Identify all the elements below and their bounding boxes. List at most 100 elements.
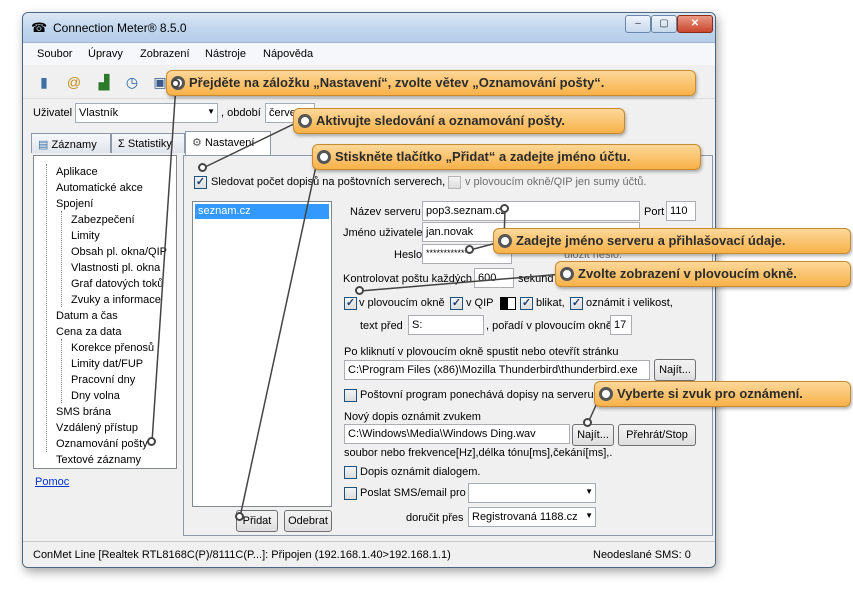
sms-checkbox[interactable] (344, 487, 357, 500)
tree-item-pracovni[interactable]: Pracovní dny (71, 374, 135, 386)
size-checkbox[interactable]: ✓ (570, 297, 583, 310)
dialog-checkbox[interactable] (344, 466, 357, 479)
order-label: , pořadí v plovoucím okně (486, 320, 612, 332)
table-icon: ▤ (38, 139, 49, 151)
tree-item-graf[interactable]: Graf datových toků (71, 278, 163, 290)
size-label: oznámit i velikost, (586, 297, 673, 309)
tree-item-automaticke[interactable]: Automatické akce (56, 182, 143, 194)
callout-pin (235, 512, 244, 521)
sum-label: v plovoucím okně/QIP jen sumy účtů. (465, 176, 647, 188)
close-button[interactable]: ✕ (677, 15, 713, 33)
callout-step-5: Zvolte zobrazení v plovoucím okně. (555, 261, 851, 287)
phone-icon[interactable]: ▮ (35, 73, 53, 91)
port-label: Port (644, 206, 665, 218)
menu-soubor[interactable]: Soubor (37, 48, 72, 60)
tree-item-obsah[interactable]: Obsah pl. okna/QIP (71, 246, 167, 258)
play-stop-button[interactable]: Přehrát/Stop (618, 424, 696, 446)
tree-item-vzdaleny[interactable]: Vzdálený přístup (56, 422, 138, 434)
menu-zobrazeni[interactable]: Zobrazení (140, 48, 190, 60)
callout-step-4: Zadejte jméno serveru a přihlašovací úda… (493, 228, 851, 254)
tree-item-textove[interactable]: Textové záznamy (56, 454, 141, 466)
server-input[interactable]: pop3.seznam.cz (422, 201, 640, 221)
tree-item-cena[interactable]: Cena za data (56, 326, 121, 338)
tab-nastaveni[interactable]: ⚙ Nastavení (185, 131, 271, 155)
color-swatch[interactable] (500, 297, 516, 310)
tree-item-aplikace[interactable]: Aplikace (56, 166, 98, 178)
user-label: Uživatel (33, 107, 73, 119)
tree-line (61, 211, 62, 307)
chart-icon[interactable]: ▟ (95, 73, 113, 91)
tree-item-spojeni[interactable]: Spojení (56, 198, 93, 210)
tree-item-volna[interactable]: Dny volna (71, 390, 120, 402)
tree-line (61, 339, 62, 403)
help-link[interactable]: Pomoc (35, 476, 69, 488)
callout-pin (355, 286, 364, 295)
tab-statistiky[interactable]: Σ Statistiky (111, 133, 185, 153)
title-bar[interactable]: ☎ Connection Meter® 8.5.0 – ▢ ✕ (23, 13, 715, 43)
minimize-button[interactable]: – (625, 15, 651, 33)
callout-text: Zvolte zobrazení v plovoucím okně. (578, 266, 797, 281)
tree-item-oznamovani[interactable]: Oznamování pošty (56, 438, 148, 450)
account-list[interactable]: seznam.cz (192, 201, 332, 507)
menu-nastroje[interactable]: Nástroje (205, 48, 246, 60)
sum-checkbox[interactable] (448, 176, 461, 189)
qip-checkbox[interactable]: ✓ (450, 297, 463, 310)
deliver-label: doručit přes (406, 512, 464, 524)
find-button[interactable]: Najít... (654, 359, 696, 381)
pin-icon (560, 267, 574, 281)
tree-item-sms[interactable]: SMS brána (56, 406, 111, 418)
settings-tree[interactable]: Aplikace Automatické akce Spojení Zabezp… (33, 155, 177, 469)
tree-item-datum[interactable]: Datum a čas (56, 310, 118, 322)
click-path-input[interactable]: C:\Program Files (x86)\Mozilla Thunderbi… (344, 360, 650, 380)
pin-icon (298, 114, 312, 128)
chevron-down-icon: ▼ (585, 511, 593, 520)
pin-icon (317, 150, 331, 164)
dialog-label: Dopis oznámit dialogem. (360, 466, 481, 478)
check-interval-label: Kontrolovat poštu každých (343, 273, 473, 285)
menu-upravy[interactable]: Úpravy (88, 48, 123, 60)
mail-icon[interactable]: @ (65, 73, 83, 91)
text-before-input[interactable]: S: (408, 315, 484, 335)
chevron-down-icon: ▼ (585, 487, 593, 496)
find-sound-button[interactable]: Najít... (572, 424, 614, 446)
tree-item-limity-fup[interactable]: Limity dat/FUP (71, 358, 143, 370)
port-input[interactable]: 110 (666, 201, 696, 221)
order-input[interactable]: 17 (610, 315, 632, 335)
user-combo[interactable]: Vlastník ▼ (75, 103, 218, 123)
callout-pin (465, 245, 474, 254)
float-checkbox[interactable]: ✓ (344, 297, 357, 310)
sound-label: Nový dopis oznámit zvukem (344, 411, 481, 423)
callout-step-6: Vyberte si zvuk pro oznámení. (594, 381, 851, 407)
phone-icon: ☎ (31, 20, 48, 35)
period-label: , období (221, 107, 261, 119)
sigma-icon: Σ (118, 138, 125, 150)
deliver-combo[interactable]: Registrovaná 1188.cz ▼ (468, 507, 596, 527)
sms-combo[interactable]: ▼ (468, 483, 596, 503)
tree-item-zabezpeceni[interactable]: Zabezpečení (71, 214, 135, 226)
menu-napoveda[interactable]: Nápověda (263, 48, 313, 60)
deliver-value: Registrovaná 1188.cz (472, 511, 578, 523)
blink-label: blikat, (536, 297, 565, 309)
callout-text: Vyberte si zvuk pro oznámení. (617, 386, 803, 401)
tab-label: Statistiky (127, 138, 172, 150)
keep-checkbox[interactable] (344, 389, 357, 402)
remove-account-button[interactable]: Odebrat (284, 510, 332, 532)
tree-item-zvuky[interactable]: Zvuky a informace (71, 294, 161, 306)
track-checkbox[interactable]: ✓ (194, 176, 207, 189)
callout-pin (500, 204, 509, 213)
maximize-button[interactable]: ▢ (651, 15, 677, 33)
clock-icon[interactable]: ◷ (123, 73, 141, 91)
check-interval-input[interactable]: 600 (474, 268, 514, 288)
sound-input[interactable]: C:\Windows\Media\Windows Ding.wav (344, 424, 570, 444)
qip-label: v QIP (466, 297, 494, 309)
blink-checkbox[interactable]: ✓ (520, 297, 533, 310)
tree-item-vlastnosti[interactable]: Vlastnosti pl. okna (71, 262, 160, 274)
server-label: Název serveru (350, 206, 421, 218)
chevron-down-icon: ▼ (207, 107, 215, 116)
tree-item-limity[interactable]: Limity (71, 230, 100, 242)
tree-item-korekce[interactable]: Korekce přenosů (71, 342, 154, 354)
list-item[interactable]: seznam.cz (195, 204, 329, 219)
tab-zaznamy[interactable]: ▤ Záznamy (31, 133, 111, 153)
callout-text: Aktivujte sledování a oznamování pošty. (316, 113, 565, 128)
sms-label: Poslat SMS/email pro (360, 487, 466, 499)
